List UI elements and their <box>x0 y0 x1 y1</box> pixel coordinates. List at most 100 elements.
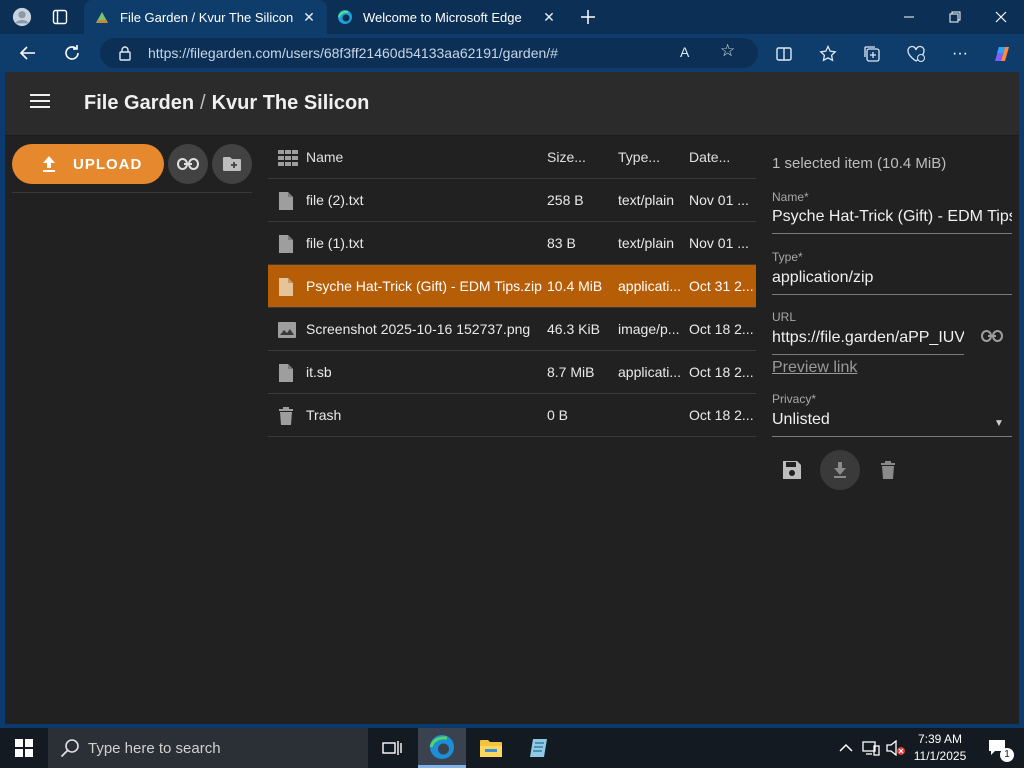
file-row[interactable]: Screenshot 2025-10-16 152737.png 46.3 Ki… <box>268 308 756 351</box>
taskbar-app[interactable] <box>516 728 564 768</box>
favorites-icon[interactable] <box>814 40 842 68</box>
read-aloud-icon[interactable]: A <box>680 44 689 60</box>
file-row-selected[interactable]: Psyche Hat-Trick (Gift) - EDM Tips.zip 1… <box>268 265 756 308</box>
restore-icon <box>949 11 961 23</box>
back-arrow-icon <box>19 46 35 60</box>
delete-button[interactable] <box>868 450 908 490</box>
task-view-button[interactable] <box>368 728 416 768</box>
grid-view-icon[interactable] <box>278 136 298 179</box>
type-field[interactable]: application/zip <box>772 269 1012 295</box>
file-type <box>618 394 682 437</box>
preview-link[interactable]: Preview link <box>772 359 857 377</box>
file-name: Screenshot 2025-10-16 152737.png <box>306 321 531 337</box>
add-link-button[interactable] <box>168 144 208 184</box>
tab-file-garden[interactable]: File Garden / Kvur The Silicon ✕ <box>84 0 327 34</box>
show-hidden-icons-button[interactable] <box>834 728 858 768</box>
edge-icon <box>429 734 454 759</box>
file-date: Nov 01 ... <box>689 235 749 251</box>
download-icon <box>834 462 846 478</box>
url-field[interactable]: https://file.garden/aPP_IUV <box>772 329 964 355</box>
more-options-icon[interactable]: ··· <box>946 40 974 68</box>
create-folder-icon <box>223 157 241 171</box>
copy-link-button[interactable] <box>980 324 1004 348</box>
upload-button[interactable]: UPLOAD <box>12 144 164 184</box>
hamburger-menu-button[interactable] <box>25 90 55 118</box>
file-row[interactable]: Trash 0 B Oct 18 2... <box>268 394 756 437</box>
file-date: Oct 18 2... <box>689 321 753 337</box>
file-row[interactable]: it.sb 8.7 MiB applicati... Oct 18 2... <box>268 351 756 394</box>
new-tab-button[interactable] <box>574 0 602 34</box>
trash-icon <box>881 461 895 479</box>
refresh-button[interactable] <box>57 38 87 68</box>
profile-avatar-icon <box>12 7 32 27</box>
favorite-star-icon[interactable]: ☆ <box>720 41 735 61</box>
file-list-header: Name Size... Type... Date... <box>268 136 756 179</box>
file-row[interactable]: file (2).txt 258 B text/plain Nov 01 ... <box>268 179 756 222</box>
restore-button[interactable] <box>932 0 978 34</box>
windows-taskbar: Type here to search 7:39 AM 11/1/2025 1 <box>0 728 1024 768</box>
plus-icon <box>581 10 595 24</box>
url-label: URL <box>772 310 797 324</box>
upload-icon <box>41 155 57 173</box>
user-name: Kvur The Silicon <box>211 92 370 114</box>
url-input[interactable]: https://filegarden.com/users/68f3ff21460… <box>100 38 758 68</box>
link-icon <box>981 330 1003 342</box>
refresh-icon <box>65 45 79 60</box>
edge-favicon-icon <box>337 9 353 25</box>
column-header-size[interactable]: Size... <box>547 136 611 179</box>
save-icon <box>783 461 801 479</box>
search-icon <box>60 738 80 762</box>
profile-button[interactable] <box>4 0 40 34</box>
file-garden-favicon-icon <box>94 9 110 25</box>
minimize-button[interactable] <box>886 0 932 34</box>
save-button[interactable] <box>772 450 812 490</box>
tab-strip: File Garden / Kvur The Silicon ✕ Welcome… <box>0 0 1024 34</box>
folder-icon <box>480 740 502 757</box>
app-name[interactable]: File Garden <box>84 92 194 114</box>
file-size: 10.4 MiB <box>547 278 603 294</box>
volume-muted-icon <box>886 740 905 756</box>
clock-time: 7:39 AM <box>917 732 963 746</box>
image-icon <box>278 308 298 351</box>
file-name: Trash <box>306 407 342 423</box>
file-date: Nov 01 ... <box>689 192 749 208</box>
file-type: applicati... <box>618 278 682 294</box>
taskbar-file-explorer[interactable] <box>467 728 515 768</box>
column-header-name[interactable]: Name <box>306 136 542 179</box>
network-status[interactable] <box>858 728 884 768</box>
taskbar-edge[interactable] <box>418 728 466 768</box>
file-size: 46.3 KiB <box>547 321 600 337</box>
close-tab-icon[interactable]: ✕ <box>541 9 557 25</box>
column-header-type[interactable]: Type... <box>618 136 682 179</box>
close-tab-icon[interactable]: ✕ <box>301 9 317 25</box>
file-name: file (2).txt <box>306 192 364 208</box>
tab-welcome-edge[interactable]: Welcome to Microsoft Edge ✕ <box>327 0 567 34</box>
page-title: File Garden / Kvur The Silicon <box>84 92 369 115</box>
file-icon <box>278 351 298 394</box>
name-field[interactable]: Psyche Hat-Trick (Gift) - EDM Tips.zip <box>772 208 1012 234</box>
taskbar-search[interactable]: Type here to search <box>48 728 368 768</box>
trash-icon <box>278 394 298 437</box>
system-clock[interactable]: 7:39 AM 11/1/2025 <box>908 731 972 765</box>
close-window-button[interactable] <box>978 0 1024 34</box>
file-name: file (1).txt <box>306 235 364 251</box>
minimize-icon <box>904 16 914 18</box>
tab-actions-button[interactable] <box>44 0 76 34</box>
app-header: File Garden / Kvur The Silicon <box>5 72 1019 136</box>
file-row[interactable]: file (1).txt 83 B text/plain Nov 01 ... <box>268 222 756 265</box>
copilot-icon[interactable] <box>988 40 1016 68</box>
close-icon <box>995 11 1007 23</box>
volume-status[interactable] <box>884 728 908 768</box>
selection-summary: 1 selected item (10.4 MiB) <box>772 155 947 172</box>
privacy-select[interactable]: Unlisted <box>772 411 1012 437</box>
new-folder-button[interactable] <box>212 144 252 184</box>
download-button[interactable] <box>820 450 860 490</box>
collections-icon[interactable] <box>858 40 886 68</box>
start-button[interactable] <box>0 728 48 768</box>
column-header-date[interactable]: Date... <box>689 136 753 179</box>
split-screen-icon[interactable] <box>770 40 798 68</box>
notification-center-button[interactable]: 1 <box>978 728 1018 768</box>
back-button[interactable] <box>13 38 43 68</box>
browser-essentials-icon[interactable] <box>902 40 930 68</box>
file-date: Oct 18 2... <box>689 364 753 380</box>
